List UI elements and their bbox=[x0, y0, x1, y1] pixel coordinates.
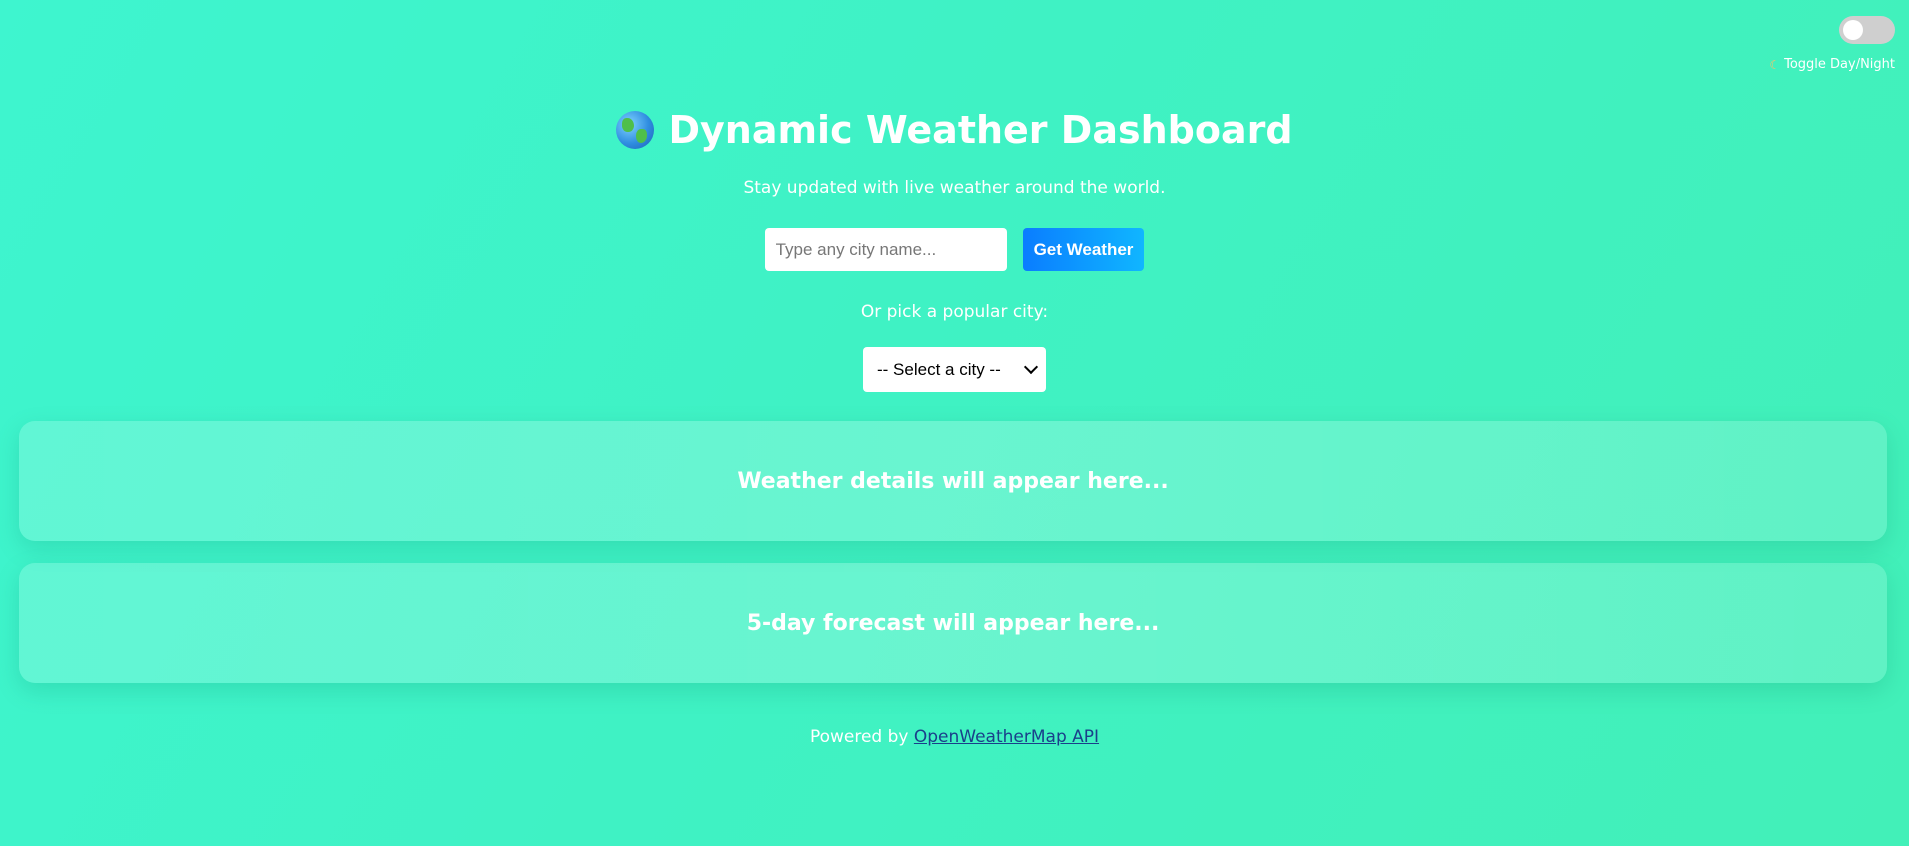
city-search-input[interactable] bbox=[764, 228, 1007, 271]
weather-details-placeholder: Weather details will appear here... bbox=[737, 468, 1169, 494]
page-title: Dynamic Weather Dashboard bbox=[616, 104, 1293, 156]
popular-city-selected: -- Select a city -- bbox=[877, 359, 1001, 379]
day-night-toggle[interactable] bbox=[1839, 16, 1895, 44]
popular-city-row: -- Select a city -- bbox=[0, 347, 1909, 392]
weather-details-card: Weather details will appear here... bbox=[19, 421, 1887, 541]
page-subtitle: Stay updated with live weather around th… bbox=[743, 178, 1166, 198]
chevron-down-icon bbox=[1023, 359, 1039, 375]
forecast-card: 5-day forecast will appear here... bbox=[19, 563, 1887, 683]
page-title-text: Dynamic Weather Dashboard bbox=[668, 108, 1293, 152]
get-weather-button[interactable]: Get Weather bbox=[1022, 228, 1145, 271]
toggle-knob bbox=[1843, 20, 1863, 40]
openweathermap-link[interactable]: OpenWeatherMap API bbox=[914, 727, 1099, 747]
toggle-label: Toggle Day/Night bbox=[1784, 57, 1895, 72]
theme-toggle-container: ☾ Toggle Day/Night bbox=[1769, 16, 1895, 72]
popular-city-select[interactable]: -- Select a city -- bbox=[863, 347, 1046, 392]
globe-icon bbox=[616, 111, 655, 149]
toggle-label-row: ☾ Toggle Day/Night bbox=[1769, 57, 1895, 72]
search-row: Get Weather bbox=[0, 228, 1909, 271]
popular-city-label: Or pick a popular city: bbox=[860, 302, 1049, 322]
footer-prefix: Powered by bbox=[809, 727, 909, 747]
forecast-placeholder: 5-day forecast will appear here... bbox=[746, 610, 1160, 636]
header: Dynamic Weather Dashboard Stay updated w… bbox=[0, 104, 1909, 198]
moon-icon: ☾ bbox=[1769, 57, 1781, 72]
footer: Powered by OpenWeatherMap API bbox=[0, 727, 1909, 747]
